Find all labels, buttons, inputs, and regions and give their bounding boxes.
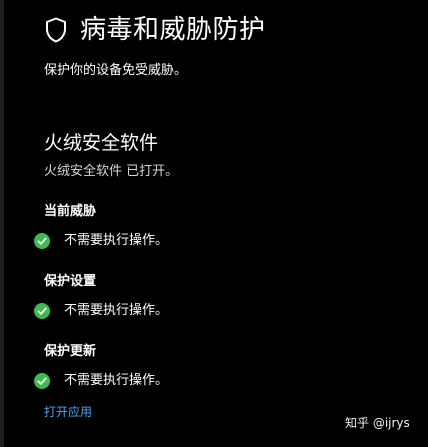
check-circle-icon: [34, 233, 50, 249]
provider-status: 火绒安全软件 已打开。: [44, 164, 179, 179]
watermark: 知乎 @ijrys: [345, 416, 410, 430]
provider-name: 火绒安全软件: [44, 132, 159, 154]
section-heading-protection-settings: 保护设置: [44, 274, 97, 289]
section-heading-protection-updates: 保护更新: [44, 344, 97, 359]
status-row-protection-settings: 不需要执行操作。: [34, 300, 168, 322]
status-text: 不需要执行操作。: [64, 303, 169, 318]
check-circle-icon: [34, 373, 50, 389]
window-edge: [0, 0, 4, 447]
shield-icon: [44, 16, 68, 44]
status-row-current-threats: 不需要执行操作。: [34, 230, 168, 252]
status-text: 不需要执行操作。: [64, 373, 169, 388]
status-text: 不需要执行操作。: [64, 233, 169, 248]
page-header: 病毒和威胁防护: [44, 12, 266, 48]
section-heading-current-threats: 当前威胁: [44, 204, 97, 219]
open-app-link[interactable]: 打开应用: [44, 402, 92, 422]
check-circle-icon: [34, 303, 50, 319]
page-subtitle: 保护你的设备免受威胁。: [44, 63, 188, 78]
page-title: 病毒和威胁防护: [80, 15, 266, 45]
status-row-protection-updates: 不需要执行操作。: [34, 370, 168, 392]
